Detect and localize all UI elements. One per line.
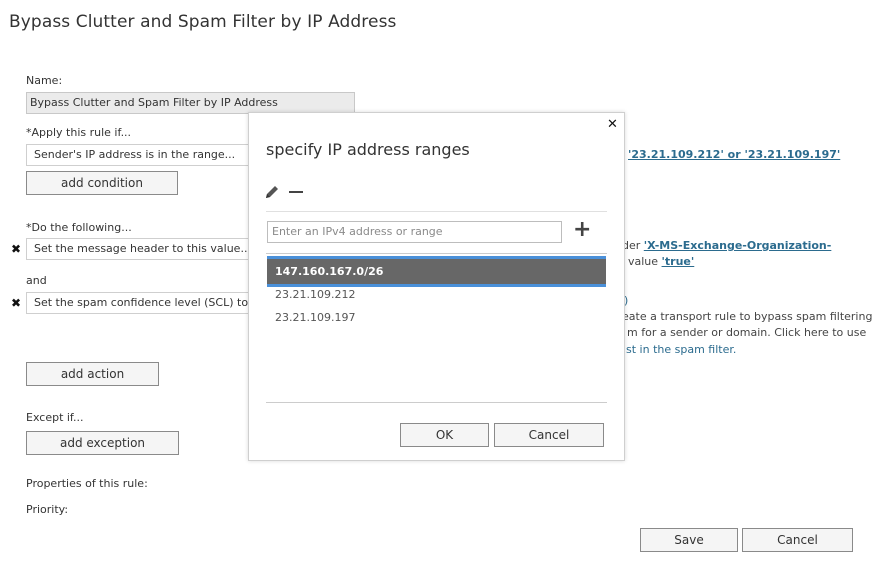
desc-line-1: eate a transport rule to bypass spam fil… xyxy=(622,310,872,323)
list-bottom-border xyxy=(266,402,607,403)
ip-list-item[interactable]: 23.21.109.197 xyxy=(267,306,606,329)
action-select-header[interactable]: Set the message header to this value... xyxy=(26,238,256,260)
edit-pencil-icon[interactable] xyxy=(263,183,281,201)
cancel-button[interactable]: Cancel xyxy=(742,528,853,552)
close-icon[interactable]: ✕ xyxy=(607,117,618,132)
properties-label: Properties of this rule: xyxy=(26,477,148,490)
add-plus-icon[interactable]: + xyxy=(573,217,591,243)
header-prefix: der xyxy=(622,239,644,252)
except-label: Except if... xyxy=(26,411,84,424)
ip-range-dialog: ✕ specify IP address ranges Enter an IPv… xyxy=(248,112,625,461)
dialog-ok-button[interactable]: OK xyxy=(400,423,489,447)
dialog-cancel-button[interactable]: Cancel xyxy=(494,423,604,447)
remove-action-icon[interactable]: ✖ xyxy=(11,243,21,255)
remove-action-icon[interactable]: ✖ xyxy=(11,297,21,309)
value-description: value 'true' xyxy=(628,255,694,268)
apply-rule-label: *Apply this rule if... xyxy=(26,126,132,139)
ip-address-input[interactable]: Enter an IPv4 address or range xyxy=(267,221,562,243)
dialog-title: specify IP address ranges xyxy=(266,140,470,159)
toolbar-divider xyxy=(266,211,607,212)
condition-select[interactable]: Sender's IP address is in the range... xyxy=(26,144,256,166)
add-action-button[interactable]: add action xyxy=(26,362,159,386)
page-title: Bypass Clutter and Spam Filter by IP Add… xyxy=(9,12,397,32)
save-button[interactable]: Save xyxy=(640,528,738,552)
name-label: Name: xyxy=(26,74,63,87)
name-field[interactable]: Bypass Clutter and Spam Filter by IP Add… xyxy=(26,92,355,114)
value-prefix: value xyxy=(628,255,662,268)
header-value-link[interactable]: 'true' xyxy=(662,255,695,268)
header-description: der 'X-MS-Exchange-Organization- xyxy=(622,239,831,252)
action-select-scl[interactable]: Set the spam confidence level (SCL) to..… xyxy=(26,292,256,314)
desc-line-3: st in the spam filter. xyxy=(626,341,736,358)
add-exception-button[interactable]: add exception xyxy=(26,431,179,455)
and-label: and xyxy=(26,274,47,287)
header-name-link[interactable]: 'X-MS-Exchange-Organization- xyxy=(644,239,832,252)
ip-list-item[interactable]: 23.21.109.212 xyxy=(267,283,606,306)
priority-label: Priority: xyxy=(26,503,69,516)
desc-line-2: m for a sender or domain. Click here to … xyxy=(627,326,867,339)
do-following-label: *Do the following... xyxy=(26,221,132,234)
add-condition-button[interactable]: add condition xyxy=(26,171,178,195)
remove-minus-icon[interactable] xyxy=(289,191,303,193)
list-top-border xyxy=(266,253,607,254)
spam-filter-link[interactable]: st in the spam filter. xyxy=(626,343,736,356)
ip-range-link[interactable]: '23.21.109.212' or '23.21.109.197' xyxy=(628,148,840,161)
